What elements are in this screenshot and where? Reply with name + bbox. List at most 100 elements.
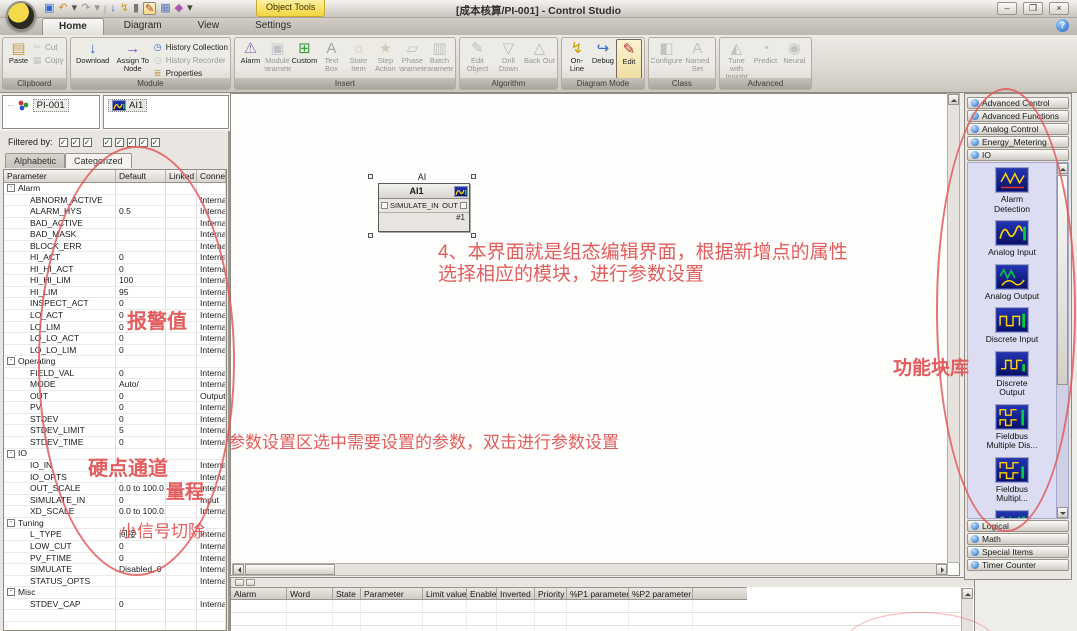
- parameter-row[interactable]: STDEV_TIME0Internal: [4, 437, 226, 449]
- parameter-row[interactable]: STDEV_CAP0Internal: [4, 599, 226, 611]
- column-header-default[interactable]: Default: [116, 170, 166, 182]
- filter-checkbox[interactable]: ✓: [103, 138, 112, 147]
- scroll-thumb[interactable]: [245, 564, 335, 575]
- parameter-row[interactable]: BAD_ACTIVEInternal: [4, 218, 226, 230]
- filter-checkbox[interactable]: ✓: [59, 138, 68, 147]
- collapse-icon[interactable]: -: [7, 184, 15, 192]
- palette-category-energy-metering[interactable]: Energy_Metering: [967, 136, 1069, 148]
- parameter-row[interactable]: OUT_SCALE0.0 to 100.0...Internal: [4, 483, 226, 495]
- selection-handle[interactable]: [471, 233, 476, 238]
- selection-handle[interactable]: [471, 174, 476, 179]
- tree-item-module[interactable]: ···· PI-001: [3, 96, 99, 115]
- canvas-horizontal-scrollbar[interactable]: [232, 563, 948, 576]
- output-pin[interactable]: [460, 202, 467, 209]
- splitter-button[interactable]: [235, 579, 244, 586]
- diagram-canvas[interactable]: [230, 93, 960, 576]
- parameter-row[interactable]: IO_INInternal ref: [4, 460, 226, 472]
- palette-block-discrete-input[interactable]: Discrete Input: [986, 307, 1038, 345]
- function-block-ai1[interactable]: AI AI1 SIMULATE_IN OUT #1: [368, 172, 476, 238]
- alarm-column-alarm[interactable]: Alarm: [231, 588, 287, 599]
- tree-item-block[interactable]: AI1: [104, 96, 228, 115]
- assign-icon[interactable]: ↯: [120, 2, 129, 15]
- alarm-table-row[interactable]: [231, 626, 974, 631]
- palette-category-timer-counter[interactable]: Timer Counter: [967, 559, 1069, 571]
- palette-block-fieldbus-multiplexed[interactable]: Fieldbus Multipl...: [995, 457, 1029, 504]
- collapse-icon[interactable]: -: [7, 357, 15, 365]
- palette-category-special-items[interactable]: Special Items: [967, 546, 1069, 558]
- alarm-column--p1-parameter[interactable]: %P1 parameter: [567, 588, 629, 599]
- palette-category-analog-control[interactable]: Analog Control: [967, 123, 1069, 135]
- tab-alphabetic[interactable]: Alphabetic: [5, 153, 65, 168]
- parameter-row[interactable]: FIELD_VAL0Internal: [4, 368, 226, 380]
- close-button[interactable]: ×: [1049, 2, 1069, 15]
- download-icon[interactable]: ↓: [110, 2, 116, 15]
- parameter-row[interactable]: BLOCK_ERRInternal: [4, 241, 226, 253]
- diagram-icon[interactable]: ▦: [160, 2, 170, 15]
- online-icon[interactable]: ▮: [133, 2, 139, 15]
- minimize-button[interactable]: –: [997, 2, 1017, 15]
- palette-block-fieldbus-multiple-discrete[interactable]: Fieldbus Multiple Dis...: [986, 404, 1037, 451]
- column-header-linked[interactable]: Linked: [166, 170, 197, 182]
- alarm-column-word[interactable]: Word: [287, 588, 333, 599]
- alarm-column--p2-parameter[interactable]: %P2 parameter: [629, 588, 693, 599]
- column-header-connection[interactable]: Connection: [197, 170, 226, 182]
- on-line-button[interactable]: ↯On-Line: [564, 39, 590, 79]
- palette-block-discrete-output[interactable]: Discrete Output: [995, 351, 1029, 398]
- parameter-row[interactable]: IO_OPTSInternal: [4, 472, 226, 484]
- selection-handle[interactable]: [368, 233, 373, 238]
- collapse-icon[interactable]: -: [7, 519, 15, 527]
- palette-category-advanced-control[interactable]: Advanced Control: [967, 97, 1069, 109]
- parameter-row[interactable]: ALARM_HYS0.5Internal: [4, 206, 226, 218]
- palette-category-math[interactable]: Math: [967, 533, 1069, 545]
- alarm-table-row[interactable]: [231, 613, 974, 626]
- parameter-row[interactable]: LO_LO_ACT0Internal: [4, 333, 226, 345]
- parameter-row[interactable]: PV0Internal: [4, 402, 226, 414]
- collapse-icon[interactable]: -: [7, 450, 15, 458]
- parameter-row[interactable]: HI_HI_LIM100Internal: [4, 275, 226, 287]
- alarm-column-limit-value[interactable]: Limit value: [423, 588, 467, 599]
- redo-dropdown-icon[interactable]: ▾: [94, 2, 100, 15]
- compare-icon[interactable]: ◆: [175, 2, 183, 15]
- canvas-vertical-scrollbar[interactable]: [947, 93, 960, 563]
- download-button[interactable]: ↓Download: [73, 39, 113, 79]
- alarm-column-inverted[interactable]: Inverted: [497, 588, 535, 599]
- palette-block-alarm-detection[interactable]: Alarm Detection: [994, 167, 1030, 214]
- parameter-row[interactable]: SIMULATE_IN0Input: [4, 495, 226, 507]
- parameter-row[interactable]: LO_LO_LIM0Internal: [4, 345, 226, 357]
- scroll-thumb[interactable]: [1057, 175, 1068, 385]
- alarm-table-scrollbar[interactable]: [961, 588, 973, 631]
- filter-checkbox[interactable]: ✓: [151, 138, 160, 147]
- block-body[interactable]: AI1 SIMULATE_IN OUT #1: [378, 183, 470, 232]
- scroll-up-icon[interactable]: [1057, 163, 1068, 174]
- parameter-row[interactable]: BAD_MASKInternal: [4, 229, 226, 241]
- parameter-row[interactable]: LOW_CUT0Internal: [4, 541, 226, 553]
- alarm-column-parameter[interactable]: Parameter: [361, 588, 423, 599]
- parameter-row[interactable]: LO_LIM0Internal: [4, 322, 226, 334]
- parameter-group-row[interactable]: -Alarm: [4, 183, 226, 195]
- filter-checkbox[interactable]: ✓: [115, 138, 124, 147]
- palette-block-analog-output[interactable]: Analog Output: [985, 264, 1039, 302]
- context-tab-object-tools[interactable]: Object Tools: [256, 0, 325, 17]
- parameter-group-row[interactable]: -Misc: [4, 587, 226, 599]
- collapse-icon[interactable]: -: [7, 588, 15, 596]
- app-logo-icon[interactable]: [6, 1, 36, 31]
- scroll-up-icon[interactable]: [962, 588, 973, 599]
- parameter-group-row[interactable]: -IO: [4, 449, 226, 461]
- scroll-right-icon[interactable]: [936, 564, 947, 575]
- tab-home[interactable]: Home: [42, 18, 104, 35]
- column-header-parameter[interactable]: Parameter: [4, 170, 116, 182]
- parameter-row[interactable]: OUT0Output: [4, 391, 226, 403]
- parameter-row[interactable]: MODEAuto/Internal: [4, 379, 226, 391]
- maximize-button[interactable]: ❒: [1023, 2, 1043, 15]
- redo-icon[interactable]: ↷: [81, 2, 90, 15]
- filter-checkbox[interactable]: ✓: [71, 138, 80, 147]
- palette-category-logical[interactable]: Logical: [967, 520, 1069, 532]
- parameter-row[interactable]: ABNORM_ACTIVEInternal: [4, 195, 226, 207]
- parameter-row[interactable]: HI_ACT0Internal: [4, 252, 226, 264]
- undo-dropdown-icon[interactable]: ▾: [72, 2, 78, 15]
- parameter-row[interactable]: LO_ACT0Internal: [4, 310, 226, 322]
- tab-settings[interactable]: Settings: [239, 18, 307, 35]
- paste-button[interactable]: ▤Paste: [5, 39, 32, 79]
- history-collection-button[interactable]: ◷History Collection: [153, 41, 228, 53]
- parameter-row[interactable]: L_TYPE间接Internal: [4, 529, 226, 541]
